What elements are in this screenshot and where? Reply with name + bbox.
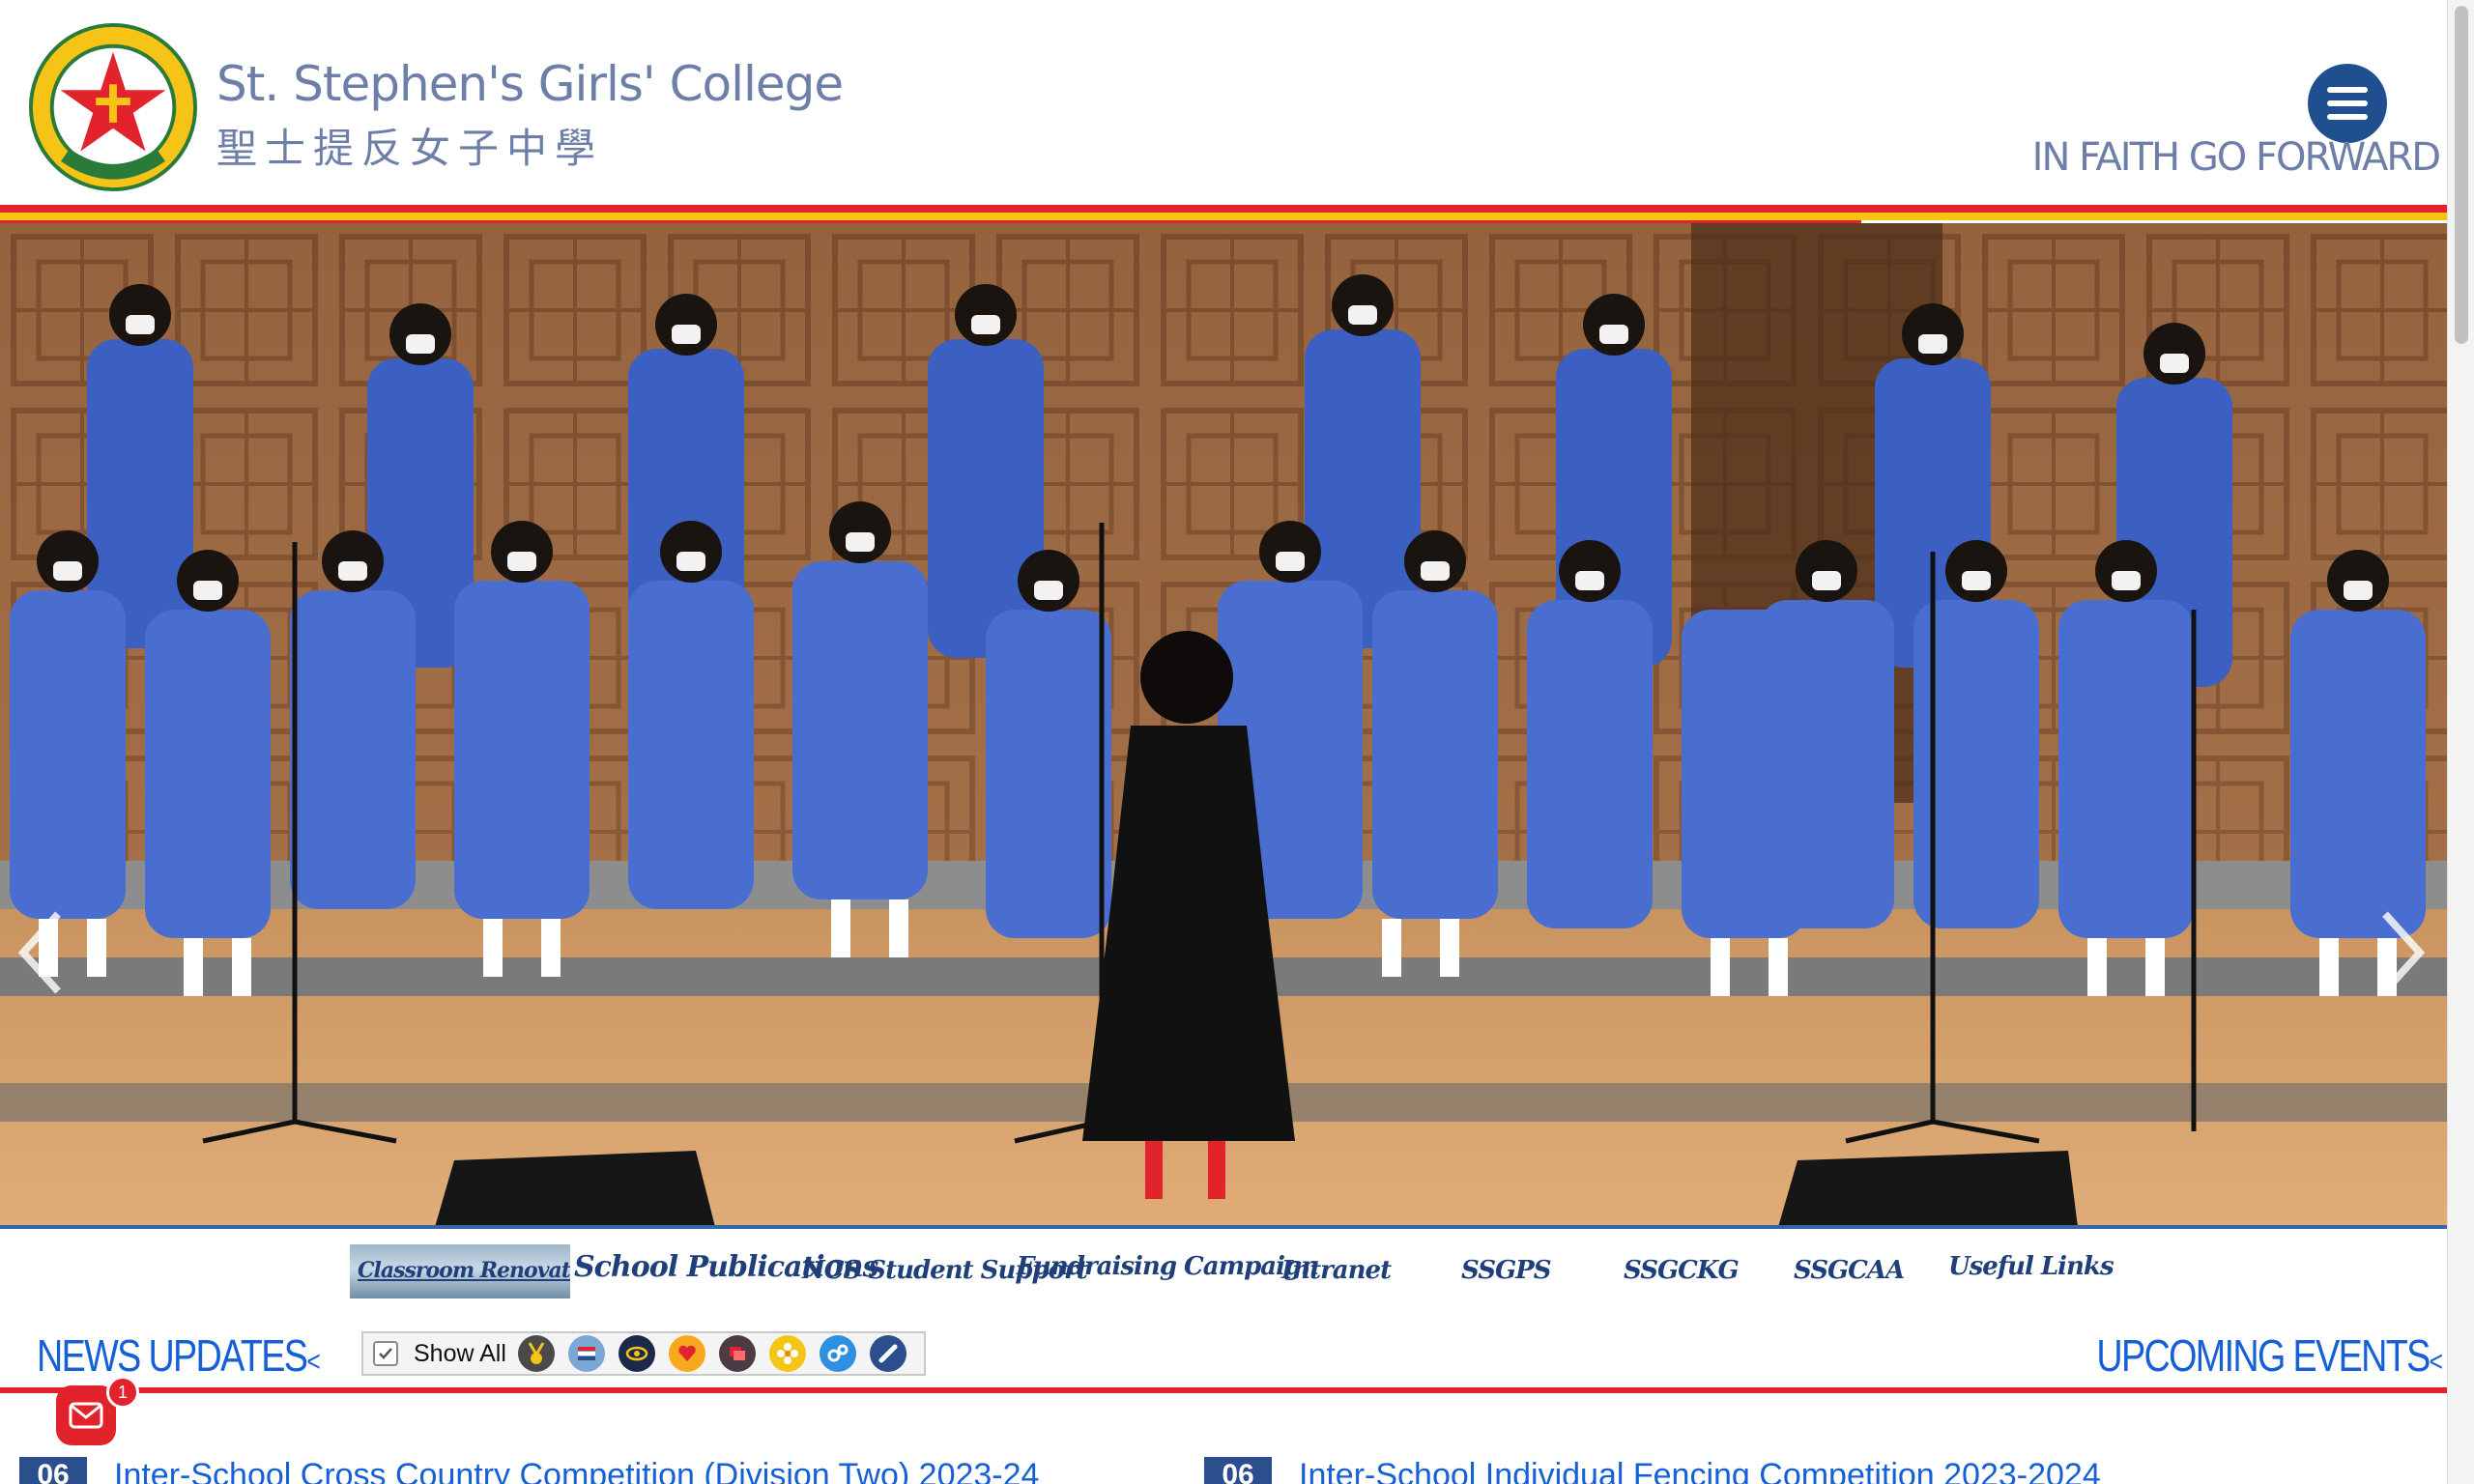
news-date-badge: 06 bbox=[1204, 1457, 1272, 1484]
checkmark-icon bbox=[379, 1348, 392, 1359]
school-crest-logo[interactable] bbox=[27, 21, 199, 193]
news-title-link[interactable]: Inter-School Individual Fencing Competit… bbox=[1299, 1457, 2101, 1484]
show-all-label: Show All bbox=[414, 1339, 506, 1367]
quick-link-fundraising-campaign[interactable]: Fundraising Campaign bbox=[1017, 1252, 1319, 1281]
quick-link-ssgckg[interactable]: SSGCKG bbox=[1624, 1256, 1740, 1285]
show-all-checkbox[interactable] bbox=[373, 1341, 398, 1366]
quick-link-ssgps[interactable]: SSGPS bbox=[1461, 1256, 1552, 1285]
photos-icon[interactable] bbox=[718, 1335, 756, 1372]
news-category-filter: Show All bbox=[361, 1331, 926, 1376]
carousel-prev-button[interactable] bbox=[12, 909, 70, 996]
upcoming-events-heading[interactable]: UPCOMING EVENTS< bbox=[2096, 1329, 2443, 1382]
header-yellow-stripe bbox=[0, 213, 2447, 220]
school-motto: IN FAITH GO FORWARD bbox=[2031, 135, 2441, 180]
news-list-item[interactable]: 06 Inter-School Individual Fencing Compe… bbox=[1204, 1457, 2101, 1484]
page-scrollbar-thumb[interactable] bbox=[2455, 6, 2468, 344]
news-list-item[interactable]: 06 Inter-School Cross Country Competitio… bbox=[19, 1457, 1039, 1484]
quick-links-bar: Classroom Renovation School Publications… bbox=[0, 1229, 2447, 1322]
news-date-badge: 06 bbox=[19, 1457, 87, 1484]
chevron-left-icon bbox=[17, 911, 61, 994]
quick-link-useful-links[interactable]: Useful Links bbox=[1948, 1252, 2114, 1281]
news-red-divider bbox=[0, 1387, 2447, 1393]
medal-icon[interactable] bbox=[517, 1335, 555, 1372]
school-name-chinese: 聖士提反女子中學 bbox=[216, 125, 604, 172]
quick-link-label: Classroom Renovation bbox=[358, 1258, 570, 1283]
globe-icon[interactable] bbox=[618, 1335, 655, 1372]
news-header-bar: NEWS UPDATES< Show All UPCOMING EVENTS< bbox=[0, 1322, 2447, 1389]
mail-notification-badge: 1 bbox=[106, 1376, 139, 1409]
flower-icon[interactable] bbox=[768, 1335, 806, 1372]
pencil-icon[interactable] bbox=[869, 1335, 906, 1372]
hamburger-menu-button[interactable] bbox=[2308, 64, 2387, 143]
hero-photo-choir bbox=[0, 223, 2447, 1227]
quick-link-ssgcaa[interactable]: SSGCAA bbox=[1794, 1256, 1905, 1285]
news-chevron-icon: < bbox=[306, 1346, 320, 1378]
hero-carousel[interactable] bbox=[0, 223, 2447, 1227]
header-red-stripe bbox=[0, 205, 2447, 213]
quick-link-classroom-renovation[interactable]: Classroom Renovation bbox=[350, 1244, 570, 1298]
books-icon[interactable] bbox=[567, 1335, 605, 1372]
news-updates-heading[interactable]: NEWS UPDATES< bbox=[37, 1329, 321, 1382]
school-name-english: St. Stephen's Girls' College bbox=[216, 56, 844, 112]
heart-icon[interactable] bbox=[668, 1335, 705, 1372]
events-chevron-icon: < bbox=[2429, 1346, 2442, 1378]
news-title-link[interactable]: Inter-School Cross Country Competition (… bbox=[114, 1457, 1039, 1484]
gears-icon[interactable] bbox=[819, 1335, 856, 1372]
chevron-right-icon bbox=[2382, 911, 2426, 994]
carousel-next-button[interactable] bbox=[2373, 909, 2431, 996]
hamburger-menu-icon bbox=[2327, 87, 2368, 93]
quick-link-intranet[interactable]: Intranet bbox=[1281, 1256, 1392, 1285]
envelope-icon bbox=[69, 1402, 103, 1429]
site-header: St. Stephen's Girls' College 聖士提反女子中學 IN… bbox=[0, 0, 2447, 205]
